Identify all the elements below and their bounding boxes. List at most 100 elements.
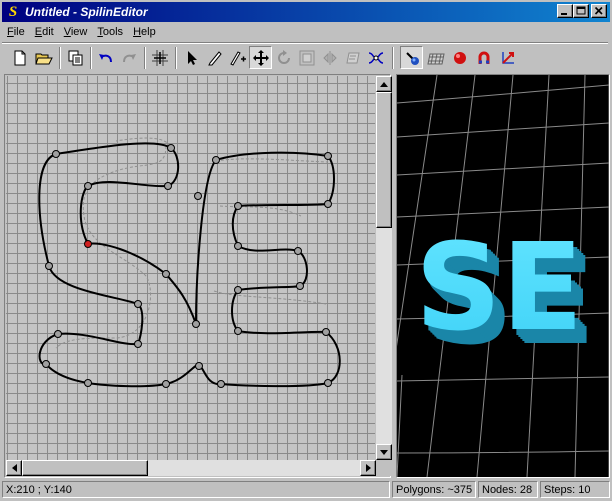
menu-view-label: iew (70, 25, 88, 38)
arrow-pointer-icon (187, 50, 197, 65)
menu-edit[interactable]: Edit (30, 26, 59, 38)
spline-node[interactable] (234, 327, 242, 335)
spline-node[interactable] (324, 152, 332, 160)
maximize-button[interactable] (573, 4, 589, 18)
spline-node[interactable] (52, 150, 60, 158)
undo-button[interactable] (94, 46, 117, 69)
add-node-button[interactable] (226, 46, 249, 69)
scale-button[interactable] (295, 46, 318, 69)
spline-node[interactable] (162, 380, 170, 388)
spline-node[interactable] (324, 379, 332, 387)
app-icon[interactable]: S (5, 4, 21, 20)
close-button[interactable] (591, 4, 607, 18)
status-coords: X:210 ; Y:140 (2, 481, 390, 498)
spline-node[interactable] (45, 262, 53, 270)
move-button[interactable] (249, 46, 272, 69)
toolbar-separator (175, 47, 177, 69)
spline-drawing (38, 137, 341, 388)
spline-node[interactable] (164, 182, 172, 190)
scroll-down-button[interactable] (376, 444, 392, 460)
spline-node[interactable] (194, 192, 202, 200)
toolbar-separator (392, 47, 394, 69)
preview-text: SE (415, 219, 583, 358)
scroll-up-button[interactable] (376, 76, 392, 92)
new-file-icon (14, 50, 25, 65)
menu-edit-accel: E (34, 25, 43, 38)
maximize-icon (576, 6, 586, 15)
app-window: S Untitled - SpilinEditor File Edit View… (0, 0, 612, 501)
copy-button[interactable] (64, 46, 87, 69)
rotate-button[interactable] (272, 46, 295, 69)
sphere-icon (453, 51, 466, 64)
status-bar: X:210 ; Y:140 Polygons: ~375 Nodes: 28 S… (2, 480, 610, 499)
select-button[interactable] (180, 46, 203, 69)
smooth-button[interactable] (364, 46, 387, 69)
3d-preview-pane[interactable]: SE SE SE SE SE SE (396, 74, 610, 478)
sphere-button[interactable] (448, 46, 471, 69)
open-file-button[interactable] (32, 46, 55, 69)
redo-button[interactable] (117, 46, 140, 69)
toolbar-divider (2, 42, 608, 44)
title-bar[interactable]: S Untitled - SpilinEditor (2, 2, 610, 22)
wireframe-button[interactable] (424, 46, 447, 69)
spline-node[interactable] (195, 362, 203, 370)
spline-node[interactable] (212, 156, 220, 164)
scroll-corner (376, 460, 392, 476)
guide-outline-s (55, 137, 172, 349)
spline-canvas[interactable] (6, 76, 375, 460)
menu-view[interactable]: View (59, 26, 93, 38)
curve-letter-s (38, 142, 341, 388)
spline-node[interactable] (192, 320, 200, 328)
menu-tools[interactable]: Tools (92, 26, 128, 38)
render-mode-button[interactable] (400, 46, 423, 69)
axes-button[interactable] (496, 46, 519, 69)
window-controls (557, 4, 607, 18)
spline-node[interactable] (84, 379, 92, 387)
grid-button[interactable] (148, 46, 171, 69)
status-steps: Steps: 10 (540, 481, 610, 498)
status-nodes: Nodes: 28 (478, 481, 538, 498)
menu-bar: File Edit View Tools Help (2, 22, 610, 41)
app-icon-glyph: S (8, 3, 18, 20)
vertical-scroll-thumb[interactable] (376, 92, 392, 228)
toolbar-separator (90, 47, 92, 69)
spline-node[interactable] (54, 330, 62, 338)
spline-node[interactable] (234, 202, 242, 210)
selected-spline-node[interactable] (84, 240, 92, 248)
menu-help[interactable]: Help (128, 26, 161, 38)
new-file-button[interactable] (8, 46, 31, 69)
undo-icon (98, 53, 112, 62)
spline-node[interactable] (162, 270, 170, 278)
spline-node[interactable] (294, 247, 302, 255)
magnet-button[interactable] (472, 46, 495, 69)
scroll-right-button[interactable] (360, 460, 376, 476)
arrow-right-icon (365, 464, 371, 472)
mirror-icon (322, 50, 337, 65)
spline-node[interactable] (42, 360, 50, 368)
spline-node[interactable] (296, 282, 304, 290)
open-folder-icon (34, 53, 53, 64)
skew-icon (345, 52, 360, 63)
spline-node[interactable] (217, 380, 225, 388)
arrow-down-icon (380, 449, 388, 455)
guide-outline-e (213, 158, 329, 305)
vertical-scrollbar[interactable] (376, 76, 392, 460)
scale-icon (299, 50, 314, 65)
spline-node[interactable] (134, 340, 142, 348)
skew-button[interactable] (341, 46, 364, 69)
horizontal-scroll-thumb[interactable] (22, 460, 148, 476)
menu-file[interactable]: File (2, 26, 30, 38)
horizontal-scrollbar[interactable] (6, 460, 376, 476)
spline-node[interactable] (234, 286, 242, 294)
scroll-left-button[interactable] (6, 460, 22, 476)
mirror-button[interactable] (318, 46, 341, 69)
spline-node[interactable] (167, 144, 175, 152)
close-icon (594, 6, 603, 15)
spline-node[interactable] (234, 242, 242, 250)
spline-node[interactable] (84, 182, 92, 190)
spline-node[interactable] (134, 300, 142, 308)
minimize-button[interactable] (557, 4, 573, 18)
pencil-button[interactable] (203, 46, 226, 69)
spline-node[interactable] (324, 200, 332, 208)
spline-node[interactable] (322, 328, 330, 336)
